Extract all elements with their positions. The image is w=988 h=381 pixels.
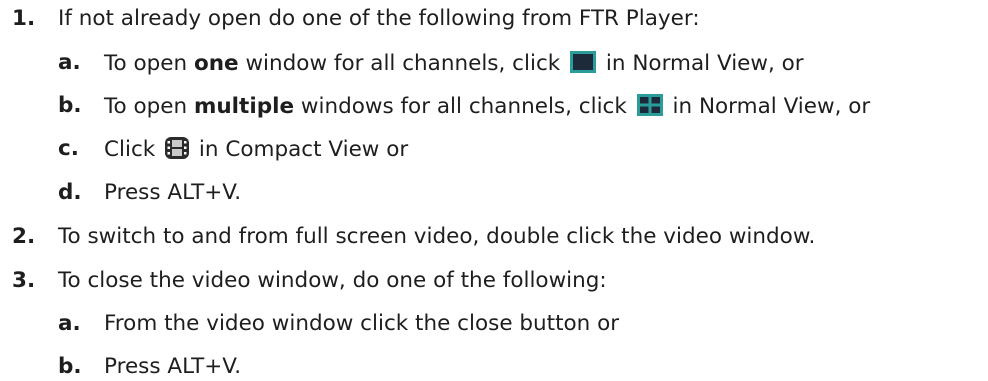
substep-text: To open multiple windows for all channel… [104, 93, 870, 124]
substep-text: Press ALT+V. [104, 354, 242, 379]
substep-letter: a. [58, 311, 81, 336]
film-video-icon [164, 136, 190, 167]
step-text: To close the video window, do one of the… [58, 268, 607, 293]
substep-text: Press ALT+V. [104, 180, 242, 205]
substep-text: To open one window for all channels, cli… [104, 50, 804, 81]
multi-window-icon [636, 93, 664, 124]
step-number: 1. [12, 6, 36, 31]
emphasis-text: one [193, 51, 239, 76]
substep-text: Click in Compact View or [104, 136, 408, 167]
step-text: If not already open do one of the follow… [58, 6, 700, 31]
step-number: 3. [12, 268, 36, 293]
substep-letter: b. [58, 354, 82, 379]
substep-letter: a. [58, 50, 81, 75]
emphasis-text: multiple [193, 94, 295, 119]
substep-text: From the video window click the close bu… [104, 311, 620, 336]
substep-letter: b. [58, 93, 82, 118]
step-number: 2. [12, 224, 36, 249]
substep-letter: c. [58, 136, 79, 161]
substep-letter: d. [58, 180, 82, 205]
step-text: To switch to and from full screen video,… [58, 224, 816, 249]
single-window-icon [569, 50, 597, 81]
